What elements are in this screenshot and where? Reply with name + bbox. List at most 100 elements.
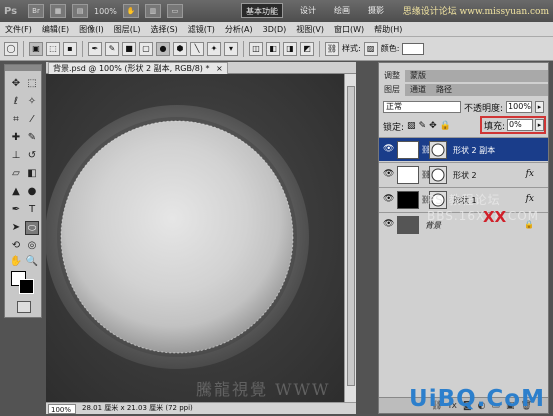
tool-preset-picker[interactable]: ◯ — [4, 41, 18, 56]
polygon-shape-icon[interactable]: ⬢ — [173, 41, 187, 56]
screen-mode-icon[interactable]: ▭ — [166, 4, 183, 18]
layer-thumbnail[interactable] — [397, 141, 419, 159]
menu-select[interactable]: 选择(S) — [145, 24, 182, 35]
move-tool-icon[interactable]: ✥ — [9, 77, 23, 91]
fx-icon[interactable]: fx — [526, 194, 534, 204]
fx-icon[interactable]: fx — [526, 169, 534, 179]
subtract-icon[interactable]: ◧ — [266, 41, 280, 56]
hand-icon[interactable]: ✋ — [122, 4, 139, 18]
lock-image-icon[interactable]: ✎ — [419, 121, 427, 131]
zoom-level[interactable]: 100% — [94, 7, 117, 16]
status-zoom-field[interactable]: 100% — [48, 404, 76, 414]
eye-icon[interactable]: 👁 — [383, 219, 394, 229]
line-shape-icon[interactable]: ╲ — [190, 41, 204, 56]
freeform-pen-icon[interactable]: ✎ — [105, 41, 119, 56]
clone-stamp-icon[interactable]: ⊥ — [9, 149, 23, 163]
layer-row[interactable]: 👁 ⛓ 形状 2 fx — [379, 162, 548, 186]
minibridge-icon[interactable]: ▦ — [50, 4, 66, 18]
menu-help[interactable]: 帮助(H) — [369, 24, 407, 35]
lock-position-icon[interactable]: ✥ — [429, 121, 437, 131]
rounded-rectangle-icon[interactable]: ▢ — [139, 41, 153, 56]
eye-icon[interactable]: 👁 — [383, 144, 394, 154]
layer-thumbnail[interactable] — [397, 191, 419, 209]
layer-thumbnail[interactable] — [397, 216, 419, 234]
tab-channels[interactable]: 通道 — [405, 84, 431, 96]
pen-tool-icon[interactable]: ✒ — [88, 41, 102, 56]
exclude-icon[interactable]: ◩ — [300, 41, 314, 56]
rectangle-shape-icon[interactable]: ■ — [122, 41, 136, 56]
scrollbar-thumb[interactable] — [347, 86, 355, 386]
menu-edit[interactable]: 编辑(E) — [37, 24, 74, 35]
status-doc-info[interactable]: 28.01 厘米 x 21.03 厘米 (72 ppi) — [78, 403, 193, 414]
workspace-design[interactable]: 设计 — [296, 3, 320, 18]
view-extras-icon[interactable]: ▤ — [72, 4, 88, 18]
type-tool-icon[interactable]: T — [25, 203, 39, 217]
eyedropper-icon[interactable]: ⁄ — [25, 113, 39, 127]
vector-mask-thumbnail[interactable] — [429, 166, 447, 184]
brush-tool-icon[interactable]: ✎ — [25, 131, 39, 145]
path-selection-icon[interactable]: ➤ — [9, 221, 23, 235]
tab-paths[interactable]: 路径 — [431, 84, 457, 96]
fill-input[interactable]: 0% — [507, 119, 534, 131]
tools-header[interactable] — [5, 65, 41, 71]
shape-layers-icon[interactable]: ▣ — [29, 41, 43, 56]
link-icon[interactable]: ⛓ — [325, 41, 339, 56]
eye-icon[interactable]: 👁 — [383, 194, 394, 204]
3d-orbit-icon[interactable]: ◎ — [25, 239, 39, 253]
layer-row[interactable]: 👁 ⛓ 形状 2 副本 — [379, 137, 548, 161]
history-brush-icon[interactable]: ↺ — [25, 149, 39, 163]
bridge-icon[interactable]: Br — [28, 4, 44, 18]
tab-masks[interactable]: 蒙版 — [405, 70, 431, 82]
quick-mask-icon[interactable] — [17, 301, 31, 313]
intersect-icon[interactable]: ◨ — [283, 41, 297, 56]
paths-icon[interactable]: ⬚ — [46, 41, 60, 56]
lock-all-icon[interactable]: 🔒 — [440, 121, 451, 131]
opacity-slider-arrow[interactable]: ▸ — [535, 101, 545, 113]
layer-name[interactable]: 形状 2 副本 — [453, 145, 495, 156]
tab-layers[interactable]: 图层 — [379, 84, 405, 96]
fill-pixels-icon[interactable]: ▪ — [63, 41, 77, 56]
background-color[interactable] — [19, 279, 34, 294]
workspace-painting[interactable]: 绘画 — [330, 3, 354, 18]
menu-window[interactable]: 窗口(W) — [329, 24, 369, 35]
magic-wand-icon[interactable]: ✧ — [25, 95, 39, 109]
canvas[interactable]: 騰龍視覺 WWW — [46, 74, 344, 414]
eye-icon[interactable]: 👁 — [383, 169, 394, 179]
eraser-tool-icon[interactable]: ▱ — [9, 167, 23, 181]
style-picker[interactable]: ▨ — [363, 41, 378, 56]
close-icon[interactable]: × — [216, 64, 223, 73]
layer-thumbnail[interactable] — [397, 166, 419, 184]
lock-transparency-icon[interactable]: ▧ — [407, 121, 416, 131]
fill-slider-arrow[interactable]: ▸ — [535, 119, 545, 131]
workspace-photography[interactable]: 摄影 — [364, 3, 388, 18]
menu-analysis[interactable]: 分析(A) — [220, 24, 258, 35]
menu-image[interactable]: 图像(I) — [74, 24, 109, 35]
workspace-essentials[interactable]: 基本功能 — [241, 3, 283, 18]
vertical-scrollbar[interactable] — [344, 74, 356, 402]
zoom-tool-icon[interactable]: 🔍 — [25, 255, 39, 269]
opacity-input[interactable]: 100% — [506, 101, 533, 113]
crop-tool-icon[interactable]: ⌗ — [9, 113, 23, 127]
menu-filter[interactable]: 滤镜(T) — [183, 24, 220, 35]
layer-name[interactable]: 形状 2 — [453, 170, 477, 181]
menu-layer[interactable]: 图层(L) — [109, 24, 146, 35]
marquee-tool-icon[interactable]: ⬚ — [25, 77, 39, 91]
geometry-options-icon[interactable]: ▾ — [224, 41, 238, 56]
blur-tool-icon[interactable]: ▲ — [9, 185, 23, 199]
document-tab[interactable]: 背景.psd @ 100% (形状 2 副本, RGB/8) * × — [48, 62, 228, 74]
3d-rotate-icon[interactable]: ⟲ — [9, 239, 23, 253]
vector-mask-thumbnail[interactable] — [429, 141, 447, 159]
ellipse-shape-icon[interactable]: ● — [156, 41, 170, 56]
hand-tool-icon[interactable]: ✋ — [9, 255, 23, 269]
tab-adjustments[interactable]: 调整 — [379, 70, 405, 82]
menu-3d[interactable]: 3D(D) — [258, 25, 292, 34]
shape-color-swatch[interactable] — [402, 42, 425, 55]
gradient-tool-icon[interactable]: ◧ — [25, 167, 39, 181]
dodge-tool-icon[interactable]: ● — [25, 185, 39, 199]
menu-view[interactable]: 视图(V) — [291, 24, 329, 35]
combine-icon[interactable]: ◫ — [249, 41, 263, 56]
lasso-tool-icon[interactable]: ℓ — [9, 95, 23, 109]
menu-file[interactable]: 文件(F) — [0, 24, 37, 35]
ellipse-tool-icon[interactable]: ⬭ — [25, 221, 39, 235]
arrange-icon[interactable]: ▥ — [144, 4, 161, 18]
